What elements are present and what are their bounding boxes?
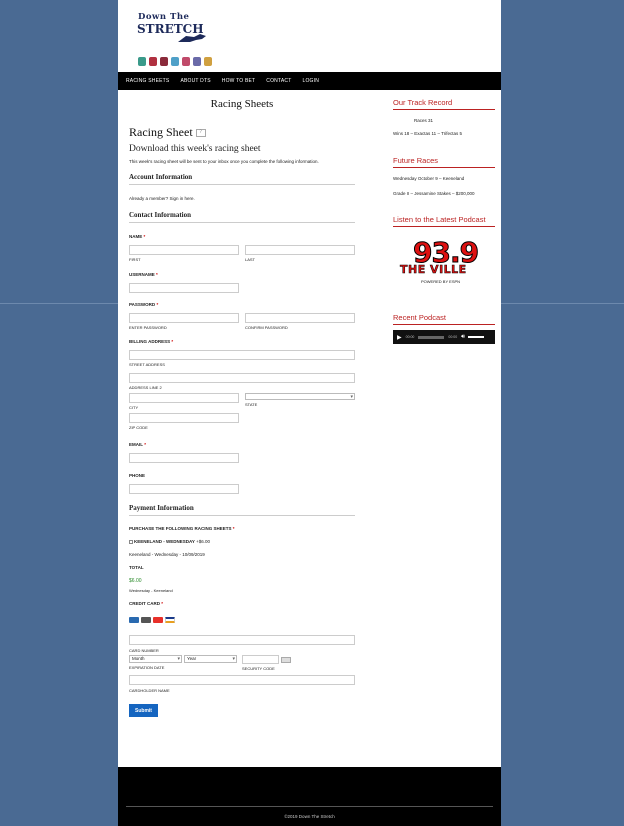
intro-text: This week's racing sheet will be sent to… xyxy=(129,159,319,164)
state-select[interactable] xyxy=(245,393,355,400)
amex-icon xyxy=(129,617,139,623)
visa-icon xyxy=(165,617,175,623)
account-heading: Account Information xyxy=(129,173,355,185)
recent-podcast-heading: Recent Podcast xyxy=(393,313,495,325)
confirm-password-label: CONFIRM PASSWORD xyxy=(245,325,288,330)
security-label: SECURITY CODE xyxy=(242,666,275,671)
progress-bar[interactable] xyxy=(418,335,445,339)
cardholder-label: CARDHOLDER NAME xyxy=(129,688,170,693)
username-label: USERNAME * xyxy=(129,272,158,277)
sidebar: Our Track Record Races 31 Wins 18 – Exac… xyxy=(393,98,495,344)
page-title: Racing Sheets xyxy=(210,98,274,110)
payment-heading: Payment Information xyxy=(129,504,355,516)
form-title-text: Racing Sheet xyxy=(129,125,193,139)
address2-label: ADDRESS LINE 2 xyxy=(129,385,162,390)
cvv-card-icon xyxy=(281,656,291,663)
year-select[interactable]: Year xyxy=(184,655,237,663)
email-label: EMAIL * xyxy=(129,442,146,447)
zip-input[interactable] xyxy=(129,413,239,423)
product-name: KEENELAND - WEDNESDAY xyxy=(134,539,195,544)
audio-player: ▶ 00:00 00:00 🔊︎ xyxy=(393,330,495,344)
station-name: THE VILLE xyxy=(400,263,467,277)
download-heading: Download this week's racing sheet xyxy=(129,144,261,154)
password-label: PASSWORD * xyxy=(129,302,159,307)
races-count: Races 31 xyxy=(414,118,434,123)
page-container: Down The STRETCH RACING SHEETS ABOUT DTS… xyxy=(118,0,501,826)
credit-card-label: CREDIT CARD * xyxy=(129,601,164,606)
nav-racing-sheets[interactable]: RACING SHEETS xyxy=(126,78,169,84)
enter-password-label: ENTER PASSWORD xyxy=(129,325,167,330)
city-label: CITY xyxy=(129,405,139,410)
future-race-1: Wednesday October 9 – Keeneland xyxy=(393,176,465,181)
product-detail: Keeneland - Wednesday - 10/09/2019 xyxy=(129,552,205,557)
volume-slider[interactable] xyxy=(467,336,484,338)
password-input[interactable] xyxy=(129,313,239,323)
product-price: $6.00 xyxy=(198,539,210,544)
email-input[interactable] xyxy=(129,453,239,463)
submit-button[interactable]: Submit xyxy=(129,704,158,717)
cardholder-input[interactable] xyxy=(129,675,355,685)
contact-heading: Contact Information xyxy=(129,211,355,223)
expiration-label: EXPIRATION DATE xyxy=(129,665,165,670)
street-label: STREET ADDRESS xyxy=(129,362,165,367)
time-total: 00:00 xyxy=(448,335,458,339)
month-select[interactable]: Month xyxy=(129,655,182,663)
footer-copyright: ©2019 Down The Stretch xyxy=(284,814,335,819)
play-icon[interactable]: ▶ xyxy=(397,334,402,341)
product-checkbox[interactable] xyxy=(129,539,133,544)
first-name-input[interactable] xyxy=(129,245,239,255)
form-title: Racing Sheet ? xyxy=(129,125,355,140)
last-label: LAST xyxy=(245,257,256,262)
podcast-heading: Listen to the Latest Podcast xyxy=(393,215,495,227)
site-header: Down The STRETCH xyxy=(118,0,501,72)
nav-contact[interactable]: CONTACT xyxy=(266,78,291,84)
total-label: TOTAL xyxy=(129,565,144,570)
name-label: NAME * xyxy=(129,234,146,239)
main-nav: RACING SHEETS ABOUT DTS HOW TO BET CONTA… xyxy=(118,72,501,90)
time-current: 00:00 xyxy=(405,335,415,339)
wins-summary: Wins 18 – Exactas 11 – Trifectas 5 xyxy=(393,131,462,136)
future-races-heading: Future Races xyxy=(393,156,495,168)
username-input[interactable] xyxy=(129,283,239,293)
product-checkbox-row[interactable]: KEENELAND - WEDNESDAY + $6.00 xyxy=(129,539,355,544)
footer-divider xyxy=(126,806,493,807)
help-icon[interactable]: ? xyxy=(195,128,206,137)
zip-label: ZIP CODE xyxy=(129,425,148,430)
sign-in-link[interactable]: Already a member? Sign in here. xyxy=(129,196,355,201)
nav-how-to-bet[interactable]: HOW TO BET xyxy=(222,78,255,84)
station-sub: POWERED BY ESPN xyxy=(421,279,461,284)
jockey-silks-icon xyxy=(138,57,212,66)
first-label: FIRST xyxy=(129,257,141,262)
city-input[interactable] xyxy=(129,393,239,403)
billing-label: BILLING ADDRESS * xyxy=(129,339,174,344)
phone-input[interactable] xyxy=(129,484,239,494)
nav-login[interactable]: LOGIN xyxy=(302,78,319,84)
security-code-input[interactable] xyxy=(242,655,279,664)
card-number-label: CARD NUMBER xyxy=(129,648,159,653)
main-content: Racing Sheets Racing Sheet ? Download th… xyxy=(129,98,355,717)
site-footer: ©2019 Down The Stretch xyxy=(118,767,501,826)
address2-input[interactable] xyxy=(129,373,355,383)
state-label: STATE xyxy=(245,402,258,407)
total-value: $6.00 xyxy=(129,578,142,584)
phone-label: PHONE xyxy=(129,473,146,478)
logo-line1: Down The xyxy=(138,12,190,22)
volume-icon[interactable]: 🔊︎ xyxy=(461,334,465,341)
card-number-input[interactable] xyxy=(129,635,355,645)
card-icons xyxy=(129,610,355,628)
site-logo[interactable]: Down The STRETCH xyxy=(128,10,214,66)
total-detail: Wednesday - Keeneland xyxy=(129,588,173,593)
purchase-label: PURCHASE THE FOLLOWING RACING SHEETS * xyxy=(129,526,235,531)
discover-icon xyxy=(141,617,151,623)
mastercard-icon xyxy=(153,617,163,623)
station-logo[interactable]: 93.9 THE VILLE POWERED BY ESPN xyxy=(393,238,495,295)
confirm-password-input[interactable] xyxy=(245,313,355,323)
horse-icon xyxy=(178,34,206,42)
nav-about[interactable]: ABOUT DTS xyxy=(180,78,210,84)
track-record-heading: Our Track Record xyxy=(393,98,495,110)
street-input[interactable] xyxy=(129,350,355,360)
last-name-input[interactable] xyxy=(245,245,355,255)
future-race-2: Grade II – Jessamine Stakes – $200,000 xyxy=(393,191,475,196)
